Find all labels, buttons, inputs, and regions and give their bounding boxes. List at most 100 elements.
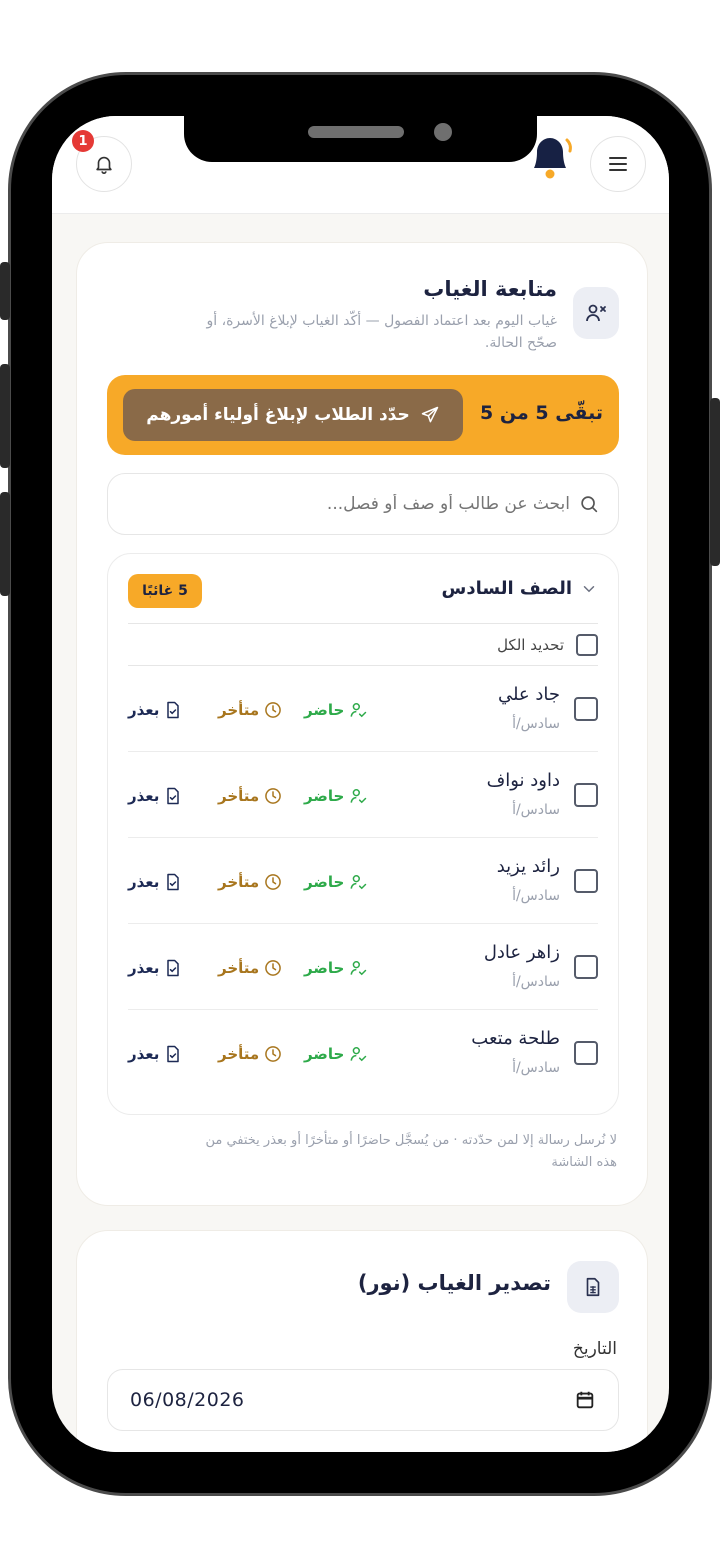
student-name: زاهر عادل xyxy=(483,942,560,963)
student-checkbox[interactable] xyxy=(574,955,598,979)
status-present-button[interactable]: حاضر xyxy=(304,786,368,806)
status-excused-button[interactable]: بعذر xyxy=(128,958,183,978)
volume-down-button xyxy=(0,492,10,596)
date-input[interactable]: 06/08/2026 xyxy=(107,1369,619,1431)
calendar-icon[interactable] xyxy=(574,1389,596,1411)
user-check-icon xyxy=(348,786,368,806)
absence-subtitle-line2: صحّح الحالة. xyxy=(484,335,557,351)
date-value: 06/08/2026 xyxy=(130,1389,245,1411)
export-card: تصدير الغياب (نور) التاريخ 06/08/2026 xyxy=(76,1230,648,1452)
file-check-icon xyxy=(163,872,183,892)
file-check-icon xyxy=(163,700,183,720)
student-row: طلحة متعب سادس/أ حاضر متأخر بعذر xyxy=(128,1010,598,1096)
front-camera xyxy=(434,123,452,141)
status-present-button[interactable]: حاضر xyxy=(304,958,368,978)
file-check-icon xyxy=(163,958,183,978)
student-checkbox[interactable] xyxy=(574,869,598,893)
spreadsheet-icon xyxy=(586,1277,600,1297)
user-check-icon xyxy=(348,958,368,978)
absent-count-badge: 5 غائبًا xyxy=(128,574,202,608)
student-class: سادس/أ xyxy=(512,974,560,990)
status-excused-button[interactable]: بعذر xyxy=(128,700,183,720)
status-excused-button[interactable]: بعذر xyxy=(128,786,183,806)
remaining-label: تبقّى 5 من 5 xyxy=(480,402,603,424)
file-check-icon xyxy=(163,786,183,806)
absence-icon-box xyxy=(573,287,619,339)
file-check-icon xyxy=(163,1044,183,1064)
student-name: داود نواف xyxy=(486,770,560,791)
send-icon xyxy=(421,406,438,423)
notification-badge: 1 xyxy=(72,130,94,152)
chevron-down-icon xyxy=(583,586,595,593)
menu-button[interactable] xyxy=(590,136,646,192)
select-all-label: تحديد الكل xyxy=(497,636,564,654)
search-input[interactable] xyxy=(130,488,570,520)
status-present-label: حاضر xyxy=(304,959,345,977)
status-late-label: متأخر xyxy=(218,787,260,805)
student-row: زاهر عادل سادس/أ حاضر متأخر بعذر xyxy=(128,924,598,1010)
status-present-label: حاضر xyxy=(304,873,345,891)
status-present-label: حاضر xyxy=(304,701,345,719)
student-row: جاد علي سادس/أ حاضر متأخر بعذر xyxy=(128,666,598,752)
status-late-button[interactable]: متأخر xyxy=(218,786,283,806)
bell-outline-icon xyxy=(96,156,112,174)
student-class: سادس/أ xyxy=(512,888,560,904)
footnote-line2: هذه الشاشة xyxy=(551,1155,617,1170)
status-excused-label: بعذر xyxy=(128,787,160,805)
export-title: تصدير الغياب (نور) xyxy=(357,1271,551,1295)
status-late-label: متأخر xyxy=(218,959,260,977)
clock-icon xyxy=(263,786,283,806)
student-checkbox[interactable] xyxy=(574,1041,598,1065)
status-excused-label: بعذر xyxy=(128,873,160,891)
status-present-button[interactable]: حاضر xyxy=(304,700,368,720)
student-class: سادس/أ xyxy=(512,716,560,732)
group-header[interactable]: الصف السادس 5 غائبًا xyxy=(128,554,598,624)
select-all-checkbox[interactable] xyxy=(576,634,598,656)
user-check-icon xyxy=(348,872,368,892)
select-students-button[interactable]: حدّد الطلاب لإبلاغ أولياء أمورهم xyxy=(123,389,463,441)
student-name: جاد علي xyxy=(497,684,560,705)
status-late-button[interactable]: متأخر xyxy=(218,872,283,892)
clock-icon xyxy=(263,1044,283,1064)
hamburger-icon xyxy=(609,157,627,171)
clock-icon xyxy=(263,958,283,978)
status-present-label: حاضر xyxy=(304,787,345,805)
power-button xyxy=(710,398,720,566)
phone-mockup: 1 متابعة الغياب غياب اليوم بعد اعتماد ال… xyxy=(0,0,720,1560)
student-class: سادس/أ xyxy=(512,802,560,818)
search-icon xyxy=(581,496,598,513)
status-excused-label: بعذر xyxy=(128,701,160,719)
volume-up-button xyxy=(0,364,10,468)
student-checkbox[interactable] xyxy=(574,697,598,721)
select-students-label: حدّد الطلاب لإبلاغ أولياء أمورهم xyxy=(146,405,410,425)
status-excused-button[interactable]: بعذر xyxy=(128,872,183,892)
status-excused-label: بعذر xyxy=(128,1045,160,1063)
status-late-label: متأخر xyxy=(218,873,260,891)
notch xyxy=(184,112,537,162)
student-name: طلحة متعب xyxy=(471,1028,560,1049)
status-late-button[interactable]: متأخر xyxy=(218,700,283,720)
clock-icon xyxy=(263,872,283,892)
student-checkbox[interactable] xyxy=(574,783,598,807)
clock-icon xyxy=(263,700,283,720)
user-check-icon xyxy=(348,1044,368,1064)
search-box[interactable] xyxy=(107,473,619,535)
status-late-label: متأخر xyxy=(218,701,260,719)
status-late-button[interactable]: متأخر xyxy=(218,1044,283,1064)
status-present-button[interactable]: حاضر xyxy=(304,872,368,892)
status-present-label: حاضر xyxy=(304,1045,345,1063)
status-late-label: متأخر xyxy=(218,1045,260,1063)
select-all-row[interactable]: تحديد الكل xyxy=(128,624,598,666)
absence-card: متابعة الغياب غياب اليوم بعد اعتماد الفص… xyxy=(76,242,648,1206)
status-excused-label: بعذر xyxy=(128,959,160,977)
group-name: الصف السادس xyxy=(441,578,572,599)
absence-title: متابعة الغياب xyxy=(423,277,557,301)
class-group-panel: الصف السادس 5 غائبًا تحديد الكل جاد علي س… xyxy=(107,553,619,1115)
status-present-button[interactable]: حاضر xyxy=(304,1044,368,1064)
student-class: سادس/أ xyxy=(512,1060,560,1076)
student-name: رائد يزيد xyxy=(496,856,560,877)
status-late-button[interactable]: متأخر xyxy=(218,958,283,978)
date-label: التاريخ xyxy=(572,1339,617,1359)
status-excused-button[interactable]: بعذر xyxy=(128,1044,183,1064)
student-row: داود نواف سادس/أ حاضر متأخر بعذر xyxy=(128,752,598,838)
